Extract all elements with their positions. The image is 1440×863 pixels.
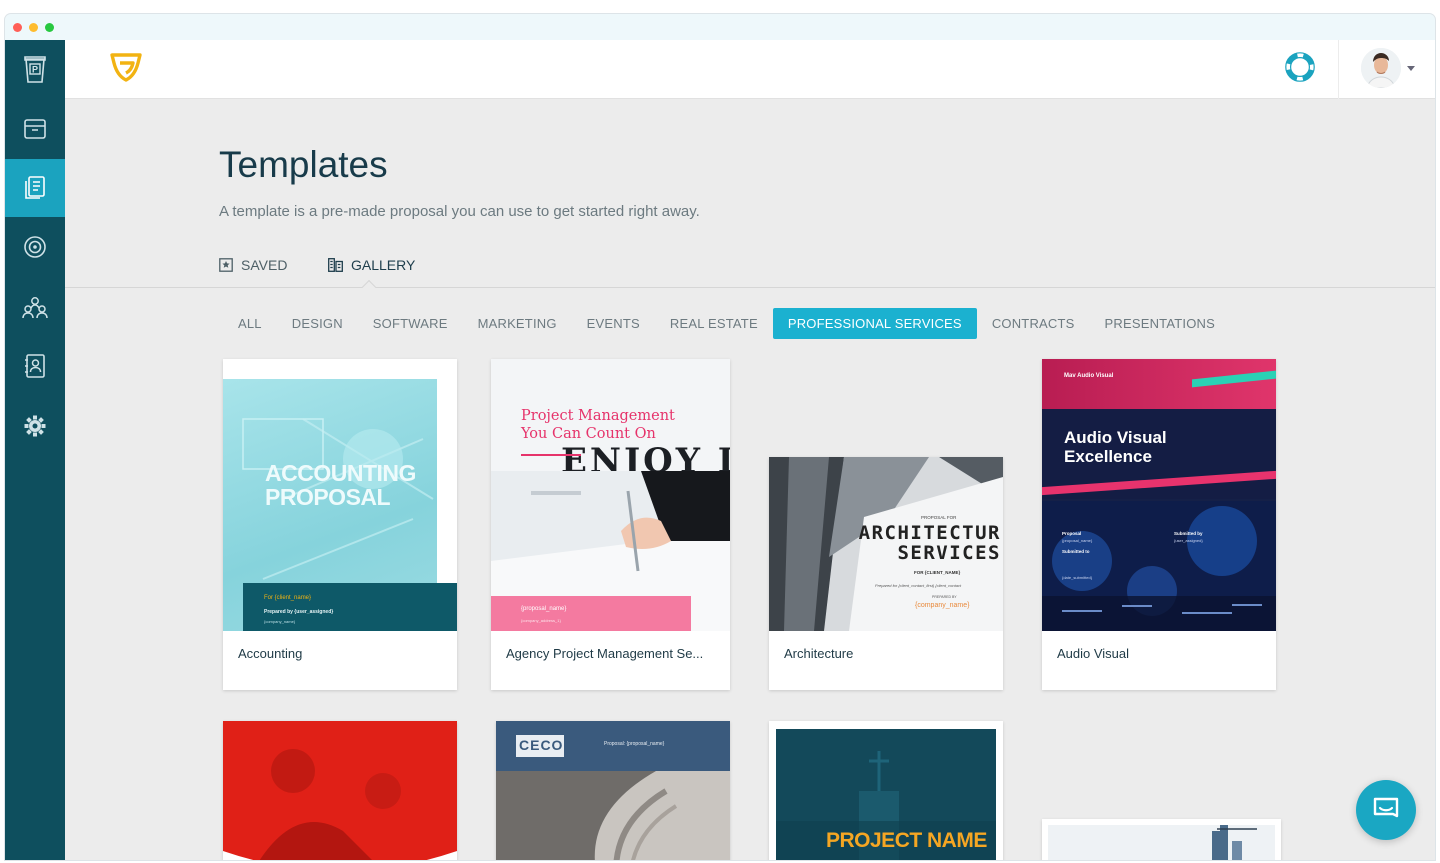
- shield-g-logo-icon: [110, 52, 142, 82]
- template-thumbnail: ENJOY IT Project Management You Can Coun…: [491, 359, 730, 631]
- ceco-logo: CECO: [519, 737, 563, 753]
- top-header: [65, 40, 1435, 99]
- template-label: Accounting: [238, 646, 302, 661]
- zoom-window-button[interactable]: [45, 23, 54, 32]
- tab-saved[interactable]: SAVED: [219, 257, 287, 273]
- thumbnail-title: Audio Visual Excellence: [1064, 428, 1167, 466]
- chat-launcher-button[interactable]: [1356, 780, 1416, 840]
- archive-icon: [23, 118, 47, 140]
- lifebuoy-icon: [1285, 52, 1315, 82]
- sidebar-item-archive[interactable]: [5, 100, 65, 158]
- tab-saved-label: SAVED: [241, 257, 287, 273]
- proposals-cup-icon: P: [24, 54, 46, 84]
- sidebar-item-contacts[interactable]: [5, 337, 65, 395]
- template-card-architecture[interactable]: PROPOSAL FOR ARCHITECTUR SERVICES FOR {C…: [769, 457, 1003, 690]
- template-thumbnail: PROPOSAL FOR ARCHITECTUR SERVICES FOR {C…: [769, 457, 1003, 631]
- template-card-ceco[interactable]: CECO Proposal: {proposal_name}: [496, 721, 730, 860]
- page-subtitle: A template is a pre-made proposal you ca…: [219, 203, 700, 220]
- sidebar: P: [5, 40, 65, 860]
- category-real-estate[interactable]: REAL ESTATE: [655, 308, 773, 339]
- chat-bubble-icon: [1371, 795, 1401, 825]
- thumbnail-photo: [1042, 501, 1276, 631]
- thumbnail-headline: Project Management You Can Count On: [521, 407, 675, 443]
- target-icon: [23, 235, 47, 259]
- minimize-window-button[interactable]: [29, 23, 38, 32]
- avatar-image: [1361, 48, 1401, 88]
- template-card-project-name[interactable]: PROJECT NAME: [769, 721, 1003, 860]
- page-title: Templates: [219, 144, 388, 186]
- category-presentations[interactable]: PRESENTATIONS: [1090, 308, 1230, 339]
- template-card-construction[interactable]: [1042, 819, 1281, 860]
- template-card-audio-visual[interactable]: Mav Audio Visual Audio Visual Excellence…: [1042, 359, 1276, 690]
- template-thumbnail: ACCOUNTING PROPOSAL For {client_name} Pr…: [223, 359, 457, 631]
- settings-gear-icon: [24, 415, 46, 437]
- sidebar-item-settings[interactable]: [5, 397, 65, 455]
- template-thumbnail: Mav Audio Visual Audio Visual Excellence…: [1042, 359, 1276, 631]
- app-window: P Templates: [5, 14, 1435, 860]
- gallery-buildings-icon: [328, 258, 343, 272]
- header-separator: [1338, 40, 1339, 99]
- tab-gallery-label: GALLERY: [351, 257, 415, 273]
- tabs-divider: [65, 287, 1435, 288]
- thumbnail-title: ARCHITECTUR SERVICES: [859, 523, 1001, 563]
- sidebar-item-team[interactable]: [5, 278, 65, 336]
- thumbnail-title: PROJECT NAME: [826, 829, 987, 853]
- category-professional-services[interactable]: PROFESSIONAL SERVICES: [773, 308, 977, 339]
- help-button[interactable]: [1285, 52, 1315, 87]
- thumbnail-footer: For {client_name} Prepared by {user_assi…: [243, 583, 457, 631]
- template-label: Audio Visual: [1057, 646, 1129, 661]
- category-filter-bar: ALL DESIGN SOFTWARE MARKETING EVENTS REA…: [223, 308, 1230, 339]
- category-events[interactable]: EVENTS: [572, 308, 655, 339]
- svg-text:P: P: [32, 65, 38, 75]
- template-card-agency-project-management[interactable]: ENJOY IT Project Management You Can Coun…: [491, 359, 730, 690]
- tab-gallery[interactable]: GALLERY: [328, 257, 415, 273]
- title-bar: [5, 14, 1435, 40]
- thumbnail-brand: Mav Audio Visual: [1064, 373, 1113, 379]
- category-software[interactable]: SOFTWARE: [358, 308, 463, 339]
- team-icon: [22, 295, 48, 319]
- template-thumbnail: [1042, 819, 1281, 860]
- template-label: Agency Project Management Se...: [506, 646, 703, 661]
- category-marketing[interactable]: MARKETING: [463, 308, 572, 339]
- category-contracts[interactable]: CONTRACTS: [977, 308, 1090, 339]
- templates-icon: [24, 176, 46, 200]
- star-box-icon: [219, 258, 233, 272]
- active-tab-pointer: [362, 280, 376, 294]
- close-window-button[interactable]: [13, 23, 22, 32]
- sidebar-item-proposals[interactable]: P: [5, 40, 65, 98]
- sidebar-item-goals[interactable]: [5, 218, 65, 276]
- template-card-accounting[interactable]: ACCOUNTING PROPOSAL For {client_name} Pr…: [223, 359, 457, 690]
- template-thumbnail: [223, 721, 457, 860]
- thumbnail-title: ACCOUNTING PROPOSAL: [265, 461, 416, 509]
- user-avatar[interactable]: [1361, 48, 1401, 88]
- account-menu-caret-icon[interactable]: [1407, 66, 1415, 71]
- sidebar-item-templates[interactable]: [5, 159, 65, 217]
- contacts-icon: [24, 354, 46, 378]
- app-logo[interactable]: [110, 52, 142, 87]
- template-label: Architecture: [784, 646, 853, 661]
- category-all[interactable]: ALL: [223, 308, 277, 339]
- template-card-red-photo[interactable]: [223, 721, 457, 860]
- category-design[interactable]: DESIGN: [277, 308, 358, 339]
